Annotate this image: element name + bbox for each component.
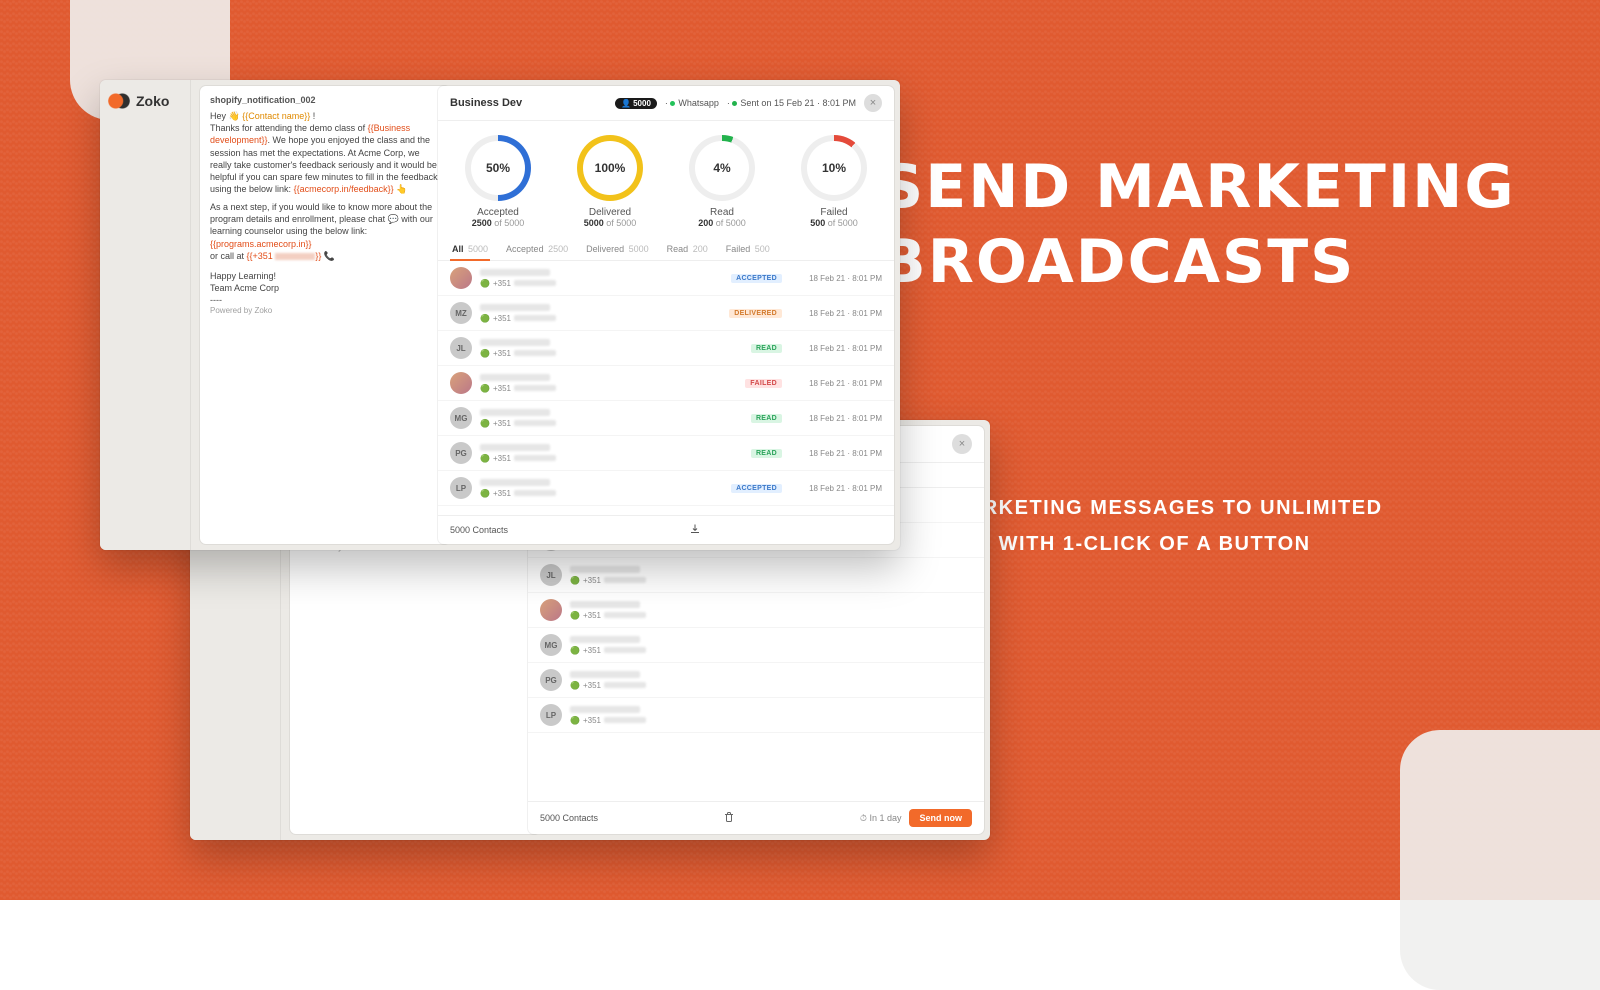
contact-name: 🟢+351: [570, 601, 972, 620]
tab-all[interactable]: All 5000: [450, 244, 490, 260]
tab-accepted[interactable]: Accepted 2500: [504, 244, 570, 260]
window-primary: Zoko shopify_notification_002 Hey 👋 {{Co…: [100, 80, 900, 550]
status-badge: READ: [751, 414, 782, 423]
row-timestamp: 18 Feb 21 · 8:01 PM: [790, 309, 882, 318]
broadcast-title: Business Dev: [450, 97, 522, 109]
contact-row[interactable]: JL 🟢+351 READ 18 Feb 21 · 8:01 PM: [438, 331, 894, 366]
avatar: [540, 599, 562, 621]
avatar: MG: [540, 634, 562, 656]
row-timestamp: 18 Feb 21 · 8:01 PM: [790, 344, 882, 353]
avatar: [450, 267, 472, 289]
status-tabs: All 5000 Accepted 2500 Delivered 5000 Read …: [438, 236, 894, 261]
channel-label: · Whatsapp: [665, 98, 719, 108]
sent-timestamp: · Sent on 15 Feb 21 · 8:01 PM: [727, 98, 856, 108]
row-timestamp: 18 Feb 21 · 8:01 PM: [790, 274, 882, 283]
contact-row[interactable]: PG 🟢+351: [528, 663, 984, 698]
contact-row[interactable]: MG 🟢+351 READ 18 Feb 21 · 8:01 PM: [438, 401, 894, 436]
row-timestamp: 18 Feb 21 · 8:01 PM: [790, 379, 882, 388]
recipient-count-pill: 👤5000: [615, 98, 657, 109]
contact-name: 🟢+351: [480, 269, 723, 288]
avatar: PG: [450, 442, 472, 464]
avatar: JL: [540, 564, 562, 586]
contact-row[interactable]: LP 🟢+351 ACCEPTED 18 Feb 21 · 8:01 PM: [438, 471, 894, 506]
brand: Zoko: [100, 80, 190, 122]
avatar: MG: [450, 407, 472, 429]
avatar: JL: [450, 337, 472, 359]
contact-name: 🟢+351: [570, 566, 972, 585]
contact-name: 🟢+351: [570, 636, 972, 655]
template-preview: shopify_notification_002 Hey 👋 {{Contact…: [200, 86, 450, 544]
contact-name: 🟢+351: [570, 671, 972, 690]
status-badge: FAILED: [745, 379, 782, 388]
contact-name: 🟢+351: [480, 444, 743, 463]
stat-failed: 10%Failed500 of 5000: [801, 135, 867, 228]
close-button[interactable]: ×: [952, 434, 972, 454]
tab-delivered[interactable]: Delivered 5000: [584, 244, 651, 260]
tab-read[interactable]: Read 200: [665, 244, 710, 260]
avatar: PG: [540, 669, 562, 691]
avatar: [450, 372, 472, 394]
contact-row[interactable]: PG 🟢+351 READ 18 Feb 21 · 8:01 PM: [438, 436, 894, 471]
contact-row[interactable]: LP 🟢+351: [528, 698, 984, 733]
contact-name: 🟢+351: [480, 339, 743, 358]
stat-read: 4%Read200 of 5000: [689, 135, 755, 228]
contacts-count: 5000 Contacts: [450, 525, 508, 535]
sidebar: Zoko: [100, 80, 191, 550]
contact-name: 🟢+351: [480, 304, 721, 323]
contact-row[interactable]: 🟢+351: [528, 593, 984, 628]
status-badge: READ: [751, 449, 782, 458]
status-badge: ACCEPTED: [731, 484, 782, 493]
schedule-label: ⏱ In 1 day: [860, 813, 902, 824]
contact-row[interactable]: 🟢+351 FAILED 18 Feb 21 · 8:01 PM: [438, 366, 894, 401]
status-badge: DELIVERED: [729, 309, 782, 318]
tab-failed[interactable]: Failed 500: [724, 244, 772, 260]
row-timestamp: 18 Feb 21 · 8:01 PM: [790, 484, 882, 493]
contact-name: 🟢+351: [480, 374, 737, 393]
status-badge: ACCEPTED: [731, 274, 782, 283]
row-timestamp: 18 Feb 21 · 8:01 PM: [790, 449, 882, 458]
stat-delivered: 100%Delivered5000 of 5000: [577, 135, 643, 228]
stat-accepted: 50%Accepted2500 of 5000: [465, 135, 531, 228]
panel-footer: 5000 Contacts: [438, 515, 894, 544]
contact-row[interactable]: MZ 🟢+351 DELIVERED 18 Feb 21 · 8:01 PM: [438, 296, 894, 331]
contact-name: 🟢+351: [480, 479, 723, 498]
panel-footer: 5000 Contacts ⏱ In 1 day Send now: [528, 801, 984, 834]
avatar: LP: [540, 704, 562, 726]
decor-bottom-right: [1400, 730, 1600, 990]
contact-row[interactable]: MG 🟢+351: [528, 628, 984, 663]
download-icon[interactable]: [689, 523, 701, 537]
contacts-list: 🟢+351 ACCEPTED 18 Feb 21 · 8:01 PM MZ 🟢+351 D…: [438, 261, 894, 515]
send-now-button[interactable]: Send now: [909, 809, 972, 827]
headline-text: SEND MARKETING BROADCASTS: [880, 150, 1520, 300]
delivery-stats: 50%Accepted2500 of 5000 100%Delivered5000…: [438, 121, 894, 236]
contact-row[interactable]: JL 🟢+351: [528, 558, 984, 593]
broadcast-panel-sent: Business Dev 👤5000 · Whatsapp · Sent on …: [438, 86, 894, 544]
row-timestamp: 18 Feb 21 · 8:01 PM: [790, 414, 882, 423]
delete-draft-icon[interactable]: [723, 811, 735, 825]
status-badge: READ: [751, 344, 782, 353]
avatar: LP: [450, 477, 472, 499]
contact-name: 🟢+351: [570, 706, 972, 725]
brand-name: Zoko: [136, 93, 169, 109]
contact-name: 🟢+351: [480, 409, 743, 428]
close-button[interactable]: ×: [864, 94, 882, 112]
template-name: shopify_notification_002: [210, 94, 440, 106]
avatar: MZ: [450, 302, 472, 324]
contact-row[interactable]: 🟢+351 ACCEPTED 18 Feb 21 · 8:01 PM: [438, 261, 894, 296]
contacts-count: 5000 Contacts: [540, 813, 598, 823]
zoko-logo-icon: [108, 90, 130, 112]
